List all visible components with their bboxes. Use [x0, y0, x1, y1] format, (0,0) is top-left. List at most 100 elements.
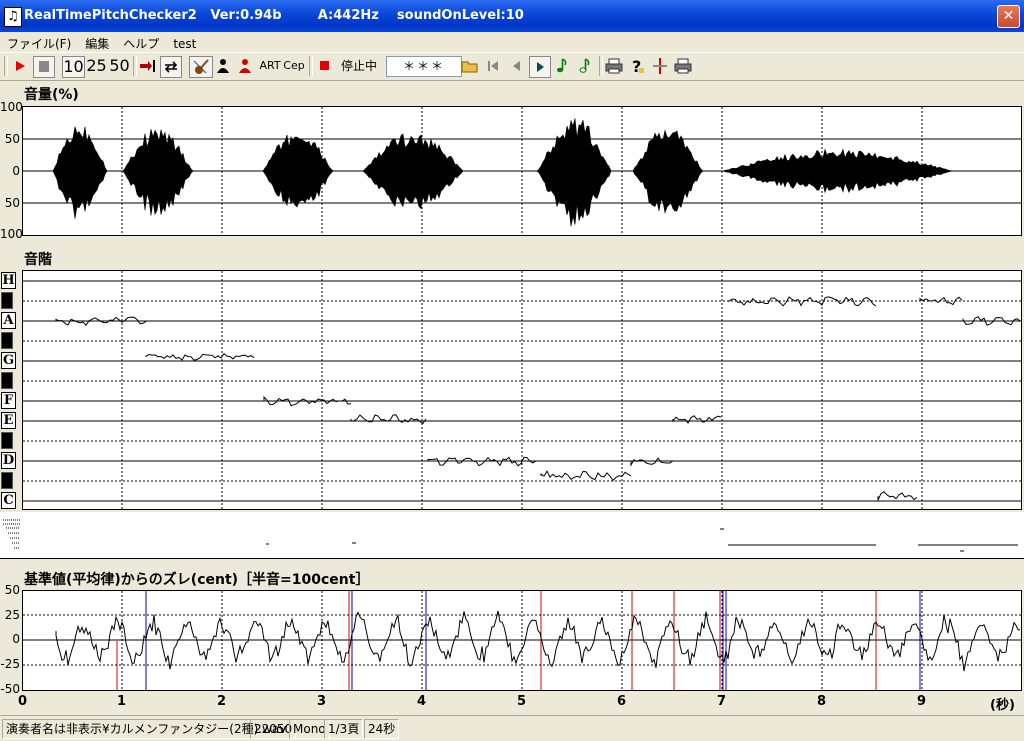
person-black-button[interactable] — [213, 56, 233, 76]
x-tick: 2 — [217, 694, 227, 709]
close-button[interactable]: ✕ — [997, 5, 1020, 28]
volume-tick: 100 — [0, 227, 23, 241]
open-folder-button[interactable] — [460, 56, 480, 76]
x-tick: 0 — [18, 694, 28, 709]
x-tick: 9 — [917, 694, 927, 709]
x-axis-unit: (秒) — [990, 698, 1015, 713]
loop-button[interactable] — [160, 56, 182, 78]
status-bar: 演奏者名は非表示¥カルメンファンタジー(2種).wav 22050 Mono 1… — [0, 715, 1024, 741]
note-green-button[interactable] — [552, 56, 572, 76]
black-key — [1, 332, 13, 349]
next-button[interactable] — [529, 56, 551, 78]
split-button[interactable] — [650, 56, 670, 76]
x-tick: 5 — [517, 694, 527, 709]
cent-tick: 25 — [4, 608, 20, 622]
person-red-icon — [239, 59, 251, 73]
red-square-icon — [320, 61, 329, 70]
record-stop-button[interactable] — [315, 56, 335, 76]
cent-tick: 0 — [12, 632, 20, 646]
menu-test[interactable]: test — [166, 34, 203, 51]
pitch-scale-panel — [22, 270, 1022, 510]
music-note-outline-icon — [579, 58, 590, 73]
stop-icon — [39, 61, 49, 72]
note-key-e: E — [1, 412, 16, 429]
cent-tick: -50 — [0, 682, 20, 696]
app-icon: ♫ — [4, 7, 22, 27]
note-key-a: A — [1, 312, 16, 329]
note-key-h: H — [1, 272, 16, 289]
status-file: 演奏者名は非表示¥カルメンファンタジー(2種).wav — [2, 719, 291, 739]
volume-waveform — [23, 107, 1021, 235]
prev-icon — [513, 61, 520, 71]
help-button[interactable]: ? — [627, 56, 647, 76]
person-red-button[interactable] — [235, 56, 255, 76]
menu-edit[interactable]: 編集 — [78, 32, 116, 52]
black-key — [1, 432, 13, 449]
person-icon — [217, 59, 229, 73]
menu-file[interactable]: ファイル(F) — [0, 32, 78, 52]
black-key — [1, 372, 13, 389]
volume-waveform-panel — [22, 106, 1022, 236]
print-button[interactable] — [604, 56, 624, 76]
cent-label: 基準値(平均律)からのズレ(cent)［半音=100cent］ — [24, 572, 370, 588]
loop-icon — [164, 61, 178, 73]
art-button[interactable]: ART — [259, 56, 281, 76]
x-tick: 6 — [617, 694, 627, 709]
status-indicator: 停止中 — [340, 59, 377, 73]
skip-end-button[interactable] — [137, 56, 157, 76]
cent-deviation-panel — [22, 590, 1022, 691]
status-page: 1/3頁 — [324, 719, 364, 739]
svg-text:?: ? — [632, 57, 641, 76]
toolbar: 10 25 50 ART Cep 停止中 ＊＊＊ ? — [0, 52, 1024, 81]
x-tick: 1 — [117, 694, 127, 709]
menu-help[interactable]: ヘルプ — [116, 32, 166, 52]
cent-trace — [23, 591, 1021, 690]
speed-10-button[interactable]: 10 — [62, 56, 85, 78]
black-key — [1, 472, 13, 489]
note-key-d: D — [1, 452, 16, 469]
cent-tick: 50 — [4, 583, 20, 597]
x-tick: 4 — [417, 694, 427, 709]
volume-tick: 50 — [4, 196, 20, 210]
note-key-f: F — [1, 392, 16, 409]
x-tick: 7 — [717, 694, 727, 709]
violin-button[interactable] — [189, 56, 213, 78]
overview-strip — [0, 512, 1024, 559]
play-button[interactable] — [10, 56, 30, 76]
next-icon — [537, 62, 544, 72]
menu-bar: ファイル(F) 編集 ヘルプ test — [0, 32, 1024, 52]
print-preview-button[interactable] — [673, 56, 693, 76]
first-button[interactable] — [483, 56, 503, 76]
pitch-trace — [23, 271, 1021, 509]
black-key — [1, 292, 13, 309]
volume-tick: 0 — [12, 164, 20, 178]
violin-icon — [193, 59, 209, 74]
speed-25-button[interactable]: 25 — [86, 56, 107, 76]
split-icon — [653, 58, 667, 74]
skip-first-icon — [488, 61, 498, 71]
arrow-to-bar-icon — [140, 60, 155, 72]
printer-icon — [605, 58, 623, 74]
volume-label: 音量(%) — [24, 87, 79, 103]
note-outline-button[interactable] — [575, 56, 595, 76]
printer-icon — [674, 58, 692, 74]
prev-button[interactable] — [506, 56, 526, 76]
scale-label: 音階 — [24, 252, 52, 268]
title-bar: ♫ RealTimePitchChecker2 Ver:0.94b A:442H… — [0, 0, 1024, 32]
volume-tick: 100 — [0, 100, 23, 114]
volume-tick: 50 — [4, 132, 20, 146]
help-icon: ? — [632, 57, 644, 76]
x-tick: 3 — [317, 694, 327, 709]
window-title: RealTimePitchChecker2 Ver:0.94b A:442Hz … — [24, 8, 524, 23]
status-duration: 24秒 — [364, 719, 400, 739]
speed-50-button[interactable]: 50 — [109, 56, 130, 76]
note-key-c: C — [1, 492, 16, 509]
stop-button[interactable] — [33, 56, 55, 78]
play-icon — [16, 61, 25, 71]
cep-button[interactable]: Cep — [283, 56, 305, 76]
music-note-icon — [557, 58, 567, 73]
note-key-g: G — [1, 352, 16, 369]
note-display: ＊＊＊ — [386, 56, 462, 77]
overview-marks — [3, 519, 1018, 552]
folder-icon — [461, 61, 478, 73]
